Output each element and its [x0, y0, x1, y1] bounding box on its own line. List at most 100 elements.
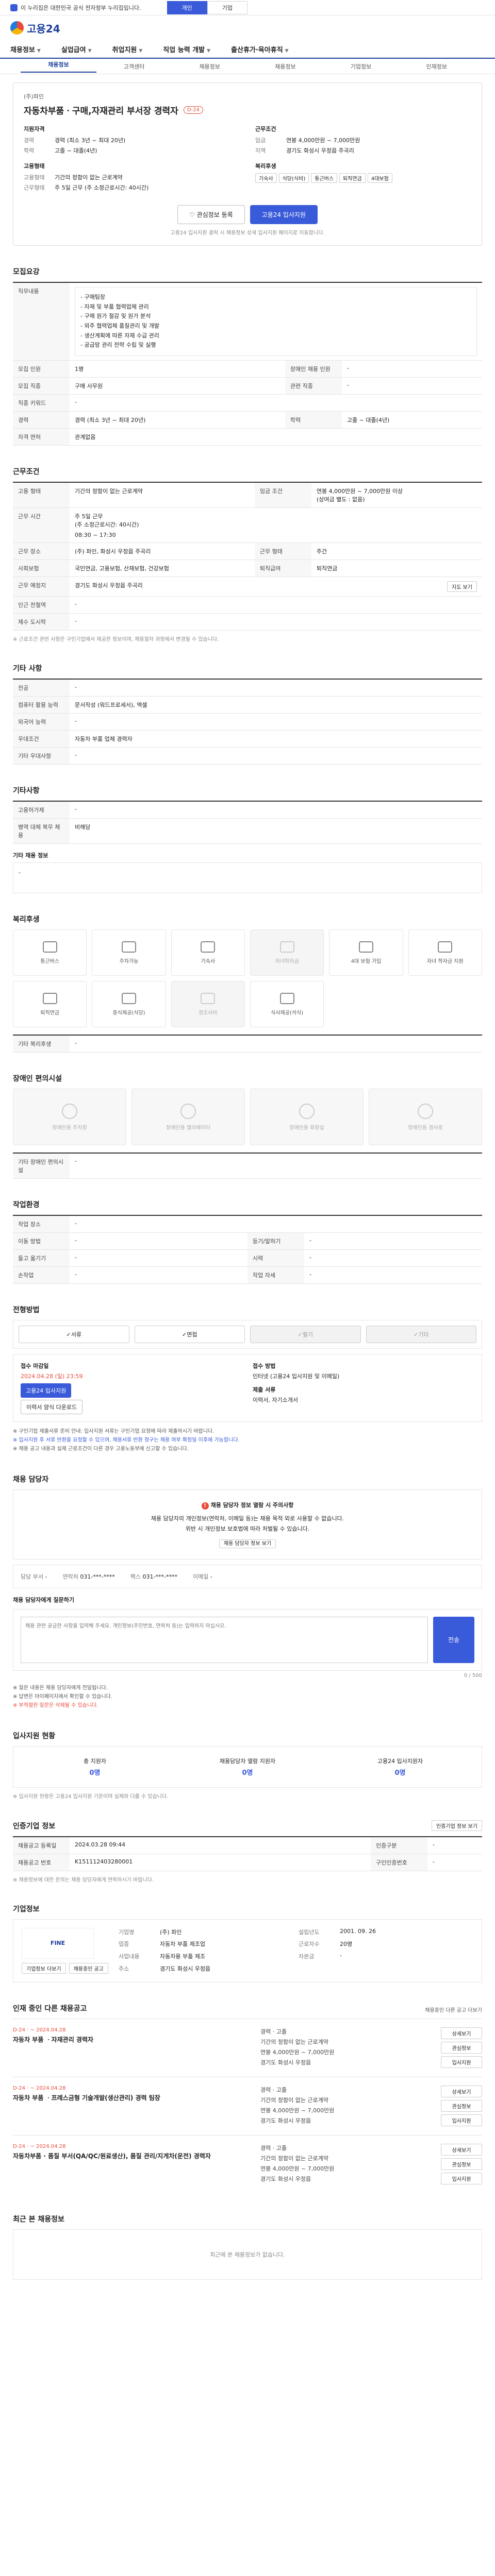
nav-item-leave[interactable]: 출산휴가·육아휴직 ▼	[231, 44, 289, 54]
list-item: ※ 답변은 마이페이지에서 확인할 수 있습니다.	[13, 1693, 113, 1700]
table-cell: 1명	[70, 360, 285, 378]
flag-icon	[10, 4, 18, 11]
scrap-button[interactable]: ♡ 관심정보 등록	[177, 205, 245, 224]
site-logo[interactable]: 고용24	[10, 21, 60, 36]
table-row: 근무 장소 (주) 파인, 화성시 우정읍 주곡리 근무 형태 주간	[13, 543, 482, 561]
jobs-more-link[interactable]: 채용중인 다른 공고 더보기	[425, 2006, 482, 2013]
nav-item-support[interactable]: 취업지원 ▼	[112, 44, 143, 54]
recruit-info-button[interactable]: 인증기업 정보 보기	[432, 1820, 482, 1831]
table-header: 제수 도시락	[13, 613, 70, 631]
detail-button[interactable]: 상세보기	[441, 2085, 482, 2097]
subnav-item[interactable]: 고객센터	[96, 62, 172, 71]
table-cell: -	[341, 377, 482, 395]
table-header: 인증구분	[371, 1836, 428, 1854]
kv-key: 설립년도	[298, 1928, 320, 1936]
apply-notes: ※ 구인기업 제출서류 준비 안내: 입사지원 서류는 구인기업 요청에 따라 …	[13, 1427, 482, 1453]
apply-button[interactable]: 고용24 입사지원	[250, 205, 318, 224]
detail-button[interactable]: 상세보기	[441, 2143, 482, 2156]
detail-button[interactable]: 상세보기	[441, 2027, 482, 2039]
table-header: 근무 시간	[13, 507, 70, 544]
kv-value: 20명	[339, 1941, 353, 1948]
nav-label: 채용정보	[10, 46, 35, 54]
table-row: 인근 전철역 -	[13, 596, 482, 614]
table-header: 기타 우대사항	[13, 747, 70, 765]
corp-left: FINE 기업정보 더보기 채용중인 공고	[22, 1927, 108, 1974]
apply-left: 접수 마감일 2024.04.28 (일) 23:59 고용24 입사지원 이력…	[21, 1362, 242, 1415]
status-note: ※ 입사지원 현황은 고용24 입사지원 기준이며 실제와 다를 수 있습니다.	[13, 1793, 169, 1800]
check-icon: ✓	[298, 1331, 303, 1338]
meta-edu: 고졸	[276, 2144, 287, 2151]
apply-note: 고용24 입사지원 클릭 시 채용정보 상세 입사지원 페이지로 이동합니다.	[170, 230, 325, 236]
dday-badge: D-24	[183, 106, 203, 114]
method-value: 인터넷 (고용24 입사지원 및 이메일)	[253, 1373, 340, 1380]
table-header: 컴퓨터 활용 능력	[13, 696, 70, 714]
scrap-button[interactable]: 관심정보	[441, 2158, 482, 2170]
table-row: 우대조건 자동차 부품 업체 경력자	[13, 730, 482, 748]
scrap-button[interactable]: 관심정보	[441, 2041, 482, 2054]
method-label: 필기	[302, 1331, 313, 1338]
form-heading: 고용형태	[24, 163, 45, 170]
welfare-label: 퇴직연금	[40, 1010, 60, 1016]
subnav-item[interactable]: 기업정보	[323, 62, 399, 71]
meta-salary: 연봉 4,000만원 ~ 7,000만원	[260, 2107, 335, 2114]
header: 고용24	[0, 15, 495, 40]
subnav-item[interactable]: 채용정보	[172, 62, 248, 71]
apply-button[interactable]: 입사지원	[441, 2114, 482, 2126]
table-cell: -	[427, 1836, 482, 1854]
method-label: 면접	[187, 1331, 197, 1338]
meta-edu: 고졸	[276, 2086, 287, 2093]
job-date: D-24 · ~ 2024.04.28	[13, 2085, 66, 2091]
table-cell: 퇴직연금	[311, 560, 482, 578]
view-manager-button[interactable]: 채용 담당자 정보 보기	[219, 1539, 276, 1548]
subnav-item[interactable]: 채용정보	[21, 60, 96, 73]
gov-notice: 이 누리집은 대한민국 공식 전자정부 누리집입니다.	[21, 4, 141, 11]
chevron-down-icon: ▼	[207, 48, 211, 54]
kv-value: 2001. 09. 26	[339, 1927, 376, 1935]
table-cell: 구매 사무원	[70, 377, 285, 395]
tab-personal[interactable]: 개인	[167, 1, 207, 14]
table-row: 사회보험 국민연금, 고용보험, 산재보험, 건강보험 퇴직급여 퇴직연금	[13, 560, 482, 578]
nav-item-training[interactable]: 직업 능력 개발 ▼	[163, 44, 210, 54]
table-row: 근무 예정지 경기도 화성시 우정읍 주곡리 지도 보기	[13, 577, 482, 597]
job-item-title[interactable]: 자동차 부품 ㆍ자재관리 경력자	[13, 2035, 250, 2044]
subnav-item[interactable]: 채용정보	[248, 62, 323, 71]
subnav-item[interactable]: 인재정보	[399, 62, 474, 71]
welfare-etc-table: 기타 복리후생 -	[13, 1035, 482, 1053]
kv-key: 자본금	[298, 1953, 315, 1960]
table-row: 기타 장애인 편의시설 -	[13, 1153, 482, 1179]
tab-enterprise[interactable]: 기업	[207, 1, 248, 14]
other-sub-title: 기타 채용 정보	[13, 852, 48, 859]
table-row: 모집 인원 1명 장애인 채용 인원 -	[13, 360, 482, 378]
check-icon: ✓	[414, 1331, 419, 1338]
table-cell: 자동차 부품 업체 경력자	[70, 730, 482, 748]
corp-jobs-button[interactable]: 채용중인 공고	[69, 1962, 108, 1974]
resume-download-button[interactable]: 이력서 양식 다운로드	[21, 1400, 83, 1415]
table-cell: 문서작성 (워드프로세서), 엑셀	[70, 696, 482, 714]
manager-col: 연락처 031-***-****	[62, 1572, 114, 1581]
nav-item-jobs[interactable]: 채용정보 ▼	[10, 44, 41, 54]
kv-value: (주) 파인	[159, 1928, 182, 1936]
corp-more-button[interactable]: 기업정보 더보기	[22, 1962, 66, 1974]
period-label: 접수 마감일	[21, 1363, 49, 1370]
job-item-title[interactable]: 자동차 부품 ㆍ프레스금형 기술개발(생산관리) 경력 팀장	[13, 2093, 250, 2103]
apply-button[interactable]: 입사지원	[441, 2056, 482, 2068]
kv-value: 자동차 부품 제조업	[159, 1941, 205, 1948]
cond-row: 지역 경기도 화성시 우정읍 주곡리	[255, 146, 471, 155]
welfare-label: 경조사비	[198, 1010, 218, 1016]
table-header: 전공	[13, 679, 70, 697]
job-item-title[interactable]: 자동차부품 · 품질 부서(QA/QC/원료생산), 품질 관리/지게차(운전)…	[13, 2151, 250, 2161]
apply-online-button[interactable]: 고용24 입사지원	[21, 1383, 72, 1398]
question-input[interactable]	[21, 1616, 428, 1663]
table-cell: -	[304, 1266, 482, 1284]
welfare-item: 주차가능	[92, 929, 166, 976]
apply-button[interactable]: 입사지원	[441, 2172, 482, 2184]
status-count: 0명	[394, 1769, 406, 1777]
apply-box: 접수 마감일 2024.04.28 (일) 23:59 고용24 입사지원 이력…	[13, 1354, 482, 1422]
list-item: ※ 구인기업 제출서류 준비 안내: 입사지원 서류는 구인기업 요청에 따라 …	[13, 1429, 214, 1435]
map-button[interactable]: 지도 보기	[447, 581, 477, 592]
send-button[interactable]: 전송	[433, 1616, 474, 1663]
table-row: 제수 도시락 -	[13, 613, 482, 631]
nav-item-unemployment[interactable]: 실업급여 ▼	[61, 44, 92, 54]
scrap-button[interactable]: 관심정보	[441, 2099, 482, 2112]
table-cell: -	[427, 1854, 482, 1871]
